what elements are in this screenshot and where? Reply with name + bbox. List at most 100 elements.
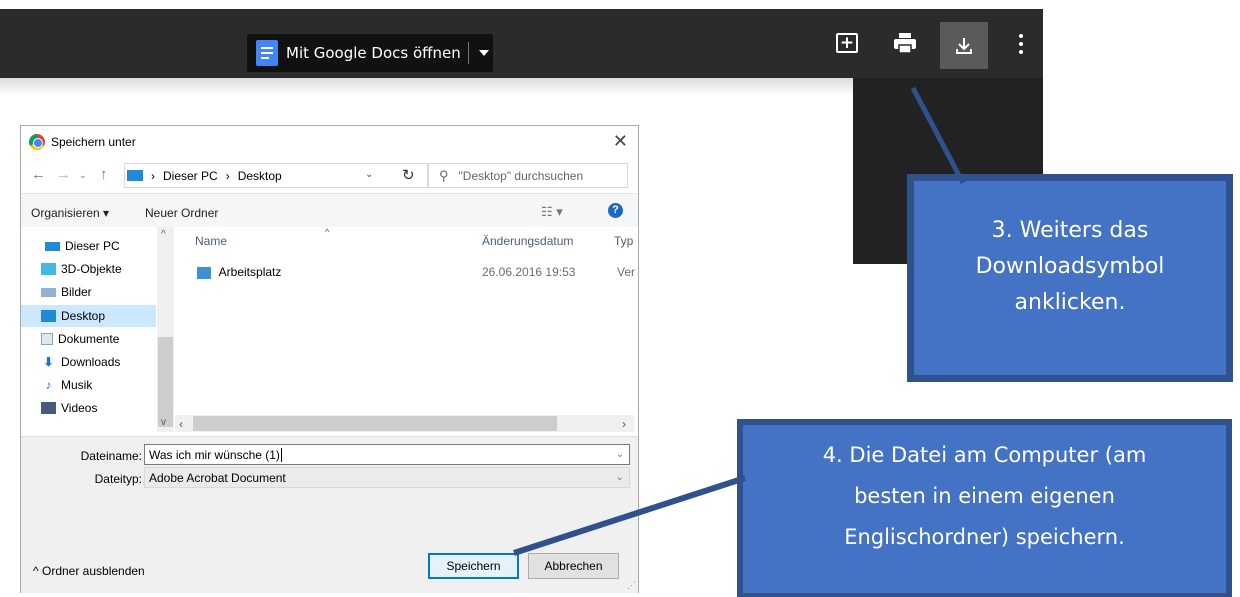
sidebar-item-3d-objekte[interactable]: 3D-Objekte [41, 258, 122, 280]
chevron-up-icon: ^ [33, 564, 39, 578]
address-bar[interactable]: › Dieser PC › Desktop ⌄ ↻ [124, 163, 428, 188]
scroll-left-icon[interactable]: ‹ [179, 417, 183, 431]
chevron-down-icon[interactable]: ⌄ [365, 169, 373, 180]
hide-folders-toggle[interactable]: ^ Ordner ausblenden [33, 564, 145, 578]
cube-icon [41, 263, 56, 275]
sidebar-item-label: Desktop [61, 309, 106, 323]
sidebar-item-dieser-pc[interactable]: Dieser PC [45, 235, 120, 257]
chevron-down-icon[interactable]: ⌄ [616, 449, 624, 460]
new-folder-button[interactable]: Neuer Ordner [145, 206, 218, 220]
cancel-button[interactable]: Abbrechen [528, 553, 619, 579]
navigation-pane: Dieser PC 3D-Objekte Bilder Desktop Doku… [21, 227, 175, 432]
filename-field[interactable]: Was ich mir wünsche (1) ⌄ [144, 444, 630, 465]
column-header-date[interactable]: Änderungsdatum [482, 234, 573, 248]
resize-grip-icon[interactable]: ⋰ [627, 580, 636, 591]
filetype-select[interactable]: Adobe Acrobat Document ⌄ [144, 467, 630, 488]
scroll-down-icon[interactable]: v [161, 417, 166, 428]
breadcrumb-desktop[interactable]: Desktop [238, 169, 282, 183]
sidebar-item-label: Downloads [61, 355, 121, 369]
scroll-right-icon[interactable]: › [622, 417, 626, 431]
download-arrow-icon: ⬇ [43, 355, 54, 369]
file-type: Ver [617, 265, 636, 279]
sidebar-item-downloads[interactable]: ⬇ Downloads [41, 351, 120, 373]
chevron-down-icon[interactable]: ⌄ [616, 472, 624, 483]
filename-value: Was ich mir wünsche (1) [149, 447, 280, 462]
save-options-panel: Dateiname: Was ich mir wünsche (1) ⌄ Dat… [21, 436, 638, 593]
scrollbar-thumb[interactable] [193, 416, 557, 431]
screenshot-stage: Mit Google Docs öffnen + 3. Weiters das … [0, 0, 1240, 597]
chevron-down-icon[interactable] [478, 50, 489, 56]
organize-label: Organisieren [31, 206, 100, 220]
print-icon[interactable] [892, 32, 918, 54]
callout-line: anklicken. [1014, 290, 1126, 315]
callout-step-4: 4. Die Datei am Computer (am besten in e… [737, 419, 1232, 597]
up-arrow-icon[interactable]: ↑ [100, 166, 108, 183]
callout-line: 4. Die Datei am Computer (am [822, 443, 1147, 467]
callout-line: Downloadsymbol [975, 254, 1165, 279]
music-note-icon: ♪ [45, 378, 52, 392]
search-input[interactable]: ⚲ "Desktop" durchsuchen [428, 163, 628, 188]
desktop-icon [41, 310, 56, 322]
breadcrumb-separator: › [225, 168, 230, 183]
navigation-scrollbar[interactable]: ^ v [157, 227, 174, 432]
dialog-toolbar: Organisieren ▾ Neuer Ordner ☷ ▾ ? [21, 193, 638, 227]
close-icon[interactable]: ✕ [613, 131, 628, 152]
file-row[interactable]: Arbeitsplatz [197, 265, 281, 279]
filetype-label: Dateityp: [94, 472, 142, 486]
sidebar-item-dokumente[interactable]: Dokumente [41, 328, 119, 350]
callout-line: 3. Weiters das [991, 218, 1149, 243]
refresh-icon[interactable]: ↻ [402, 166, 415, 184]
callout-line: Englischordner) speichern. [844, 525, 1125, 549]
documents-icon [41, 333, 53, 345]
address-row: ← → ⌄ ↑ › Dieser PC › Desktop ⌄ ↻ ⚲ "Des… [21, 159, 638, 191]
network-folder-icon [197, 266, 211, 279]
callout-step-3: 3. Weiters das Downloadsymbol anklicken. [907, 174, 1233, 382]
file-list-hscrollbar[interactable]: ‹ › [175, 415, 634, 432]
recent-locations-chevron-icon[interactable]: ⌄ [79, 170, 87, 181]
divider [467, 42, 469, 64]
filetype-value: Adobe Acrobat Document [149, 470, 286, 485]
file-date: 26.06.2016 19:53 [482, 265, 576, 279]
filename-label: Dateiname: [80, 449, 142, 463]
sidebar-item-label: 3D-Objekte [61, 262, 122, 276]
organize-button[interactable]: Organisieren ▾ [31, 206, 109, 220]
video-icon [41, 402, 56, 414]
docs-icon [256, 40, 278, 66]
sidebar-item-bilder[interactable]: Bilder [41, 281, 92, 303]
sidebar-item-label: Dokumente [58, 332, 120, 346]
breadcrumb-separator: › [151, 168, 155, 183]
sidebar-item-musik[interactable]: ♪ Musik [41, 374, 93, 396]
back-arrow-icon[interactable]: ← [31, 166, 46, 183]
open-with-label: Mit Google Docs öffnen [286, 44, 461, 62]
pictures-icon [41, 287, 56, 297]
file-name: Arbeitsplatz [218, 265, 282, 279]
forward-arrow-icon[interactable]: → [56, 166, 71, 183]
dialog-titlebar: Speichern unter ✕ [21, 126, 638, 157]
add-comment-icon[interactable]: + [836, 33, 858, 53]
save-as-dialog: Speichern unter ✕ ← → ⌄ ↑ › Dieser PC › … [20, 125, 639, 593]
sidebar-item-label: Bilder [61, 285, 92, 299]
sidebar-item-label: Dieser PC [65, 239, 120, 253]
callout-line: besten in einem eigenen [854, 484, 1115, 508]
sidebar-item-label: Musik [61, 378, 93, 392]
breadcrumb-dieser-pc[interactable]: Dieser PC [163, 169, 218, 183]
sidebar-item-videos[interactable]: Videos [41, 397, 97, 419]
search-icon: ⚲ [439, 167, 449, 183]
column-header-type[interactable]: Typ [614, 234, 633, 248]
sidebar-item-label: Videos [61, 401, 98, 415]
column-header-name[interactable]: Name [195, 234, 227, 248]
sidebar-item-desktop[interactable]: Desktop [21, 305, 156, 327]
search-placeholder: "Desktop" durchsuchen [458, 168, 584, 183]
save-button[interactable]: Speichern [428, 553, 519, 579]
more-vert-icon[interactable] [1014, 30, 1028, 58]
open-with-google-docs-button[interactable]: Mit Google Docs öffnen [247, 34, 493, 72]
scroll-up-icon[interactable]: ^ [161, 229, 166, 240]
sort-indicator-icon: ^ [325, 227, 330, 237]
download-icon[interactable] [940, 22, 988, 69]
help-icon[interactable]: ? [608, 203, 623, 218]
view-options-icon[interactable]: ☷ ▾ [541, 204, 563, 220]
chrome-icon [29, 133, 45, 150]
scrollbar-thumb[interactable] [158, 337, 173, 427]
pdf-viewer-toolbar: Mit Google Docs öffnen [0, 9, 1043, 78]
pc-icon [127, 170, 143, 181]
